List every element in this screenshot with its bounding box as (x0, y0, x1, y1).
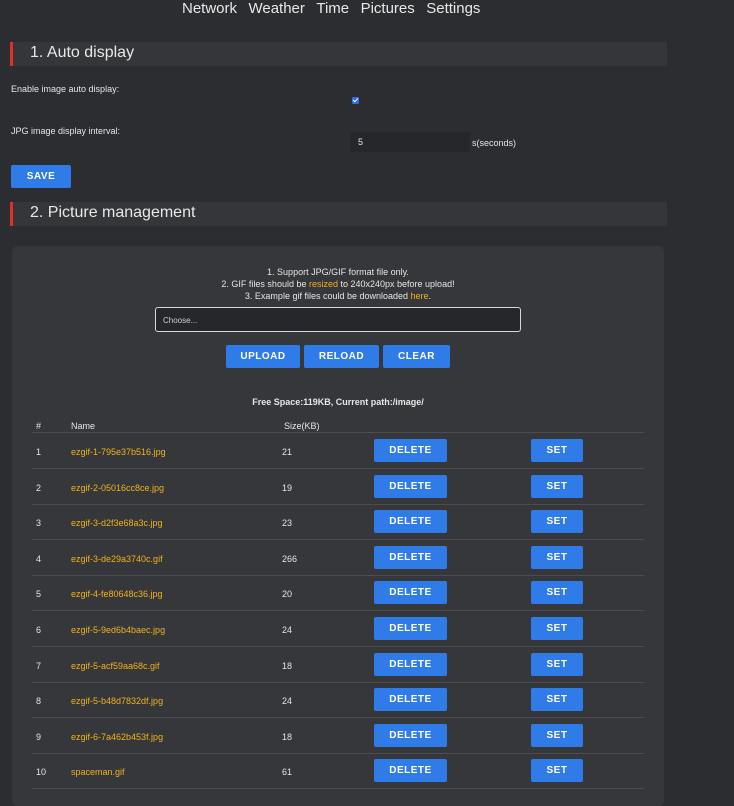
file-name-link[interactable]: ezgif-3-de29a3740c.gif (71, 554, 163, 564)
delete-button[interactable]: DELETE (374, 581, 447, 605)
interval-input[interactable] (350, 132, 470, 152)
table-row: 8 ezgif-5-b48d7832df.jpg 24 DELETE SET (32, 682, 644, 719)
delete-button[interactable]: DELETE (374, 439, 447, 462)
info-line-2: 2. GIF files should be resized to 240x24… (12, 279, 664, 289)
row-index: 2 (36, 482, 42, 493)
delete-button[interactable]: DELETE (374, 688, 447, 712)
row-index: 9 (36, 731, 42, 742)
resized-link[interactable]: resized (309, 279, 338, 289)
picture-management-panel: 1. Support JPG/GIF format file only. 2. … (12, 246, 664, 806)
file-size: 23 (282, 518, 293, 529)
nav-weather[interactable]: Weather (248, 0, 304, 17)
set-button[interactable]: SET (531, 617, 583, 640)
set-button[interactable]: SET (531, 510, 583, 534)
interval-unit: s(seconds) (472, 138, 517, 148)
file-size: 19 (282, 482, 293, 493)
here-link[interactable]: here (411, 291, 429, 301)
set-button[interactable]: SET (531, 545, 583, 569)
file-size: 24 (282, 625, 293, 635)
file-name-link[interactable]: ezgif-5-9ed6b4baec.jpg (71, 625, 165, 635)
file-name-link[interactable]: ezgif-5-acf59aa68c.gif (71, 661, 160, 671)
set-button[interactable]: SET (531, 688, 583, 712)
section-auto-display-title: 1. Auto display (30, 44, 135, 61)
table-row: 10 spaceman.gif 61 DELETE SET (32, 753, 644, 790)
info-line-3-text-b: . (428, 291, 432, 301)
file-name-link[interactable]: ezgif-2-05016cc8ce.jpg (71, 483, 164, 493)
info-line-2-text-a: 2. GIF files should be (221, 279, 309, 289)
column-index: # (36, 421, 42, 431)
row-index: 10 (36, 767, 47, 778)
interval-label: JPG image display interval: (11, 126, 121, 136)
enable-auto-display-checkbox[interactable] (352, 97, 359, 104)
file-size: 20 (282, 589, 293, 600)
set-button[interactable]: SET (531, 759, 583, 783)
file-size: 266 (282, 553, 298, 564)
table-row: 7 ezgif-5-acf59aa68c.gif 18 DELETE SET (32, 647, 644, 683)
column-size: Size(KB) (284, 421, 320, 431)
section-picture-management-header: 2. Picture management (10, 202, 667, 226)
table-row: 4 ezgif-3-de29a3740c.gif 266 DELETE SET (32, 540, 644, 576)
upload-button[interactable]: UPLOAD (226, 345, 300, 368)
set-button[interactable]: SET (531, 439, 583, 462)
row-index: 4 (36, 553, 42, 564)
row-index: 7 (36, 660, 42, 671)
table-row: 1 ezgif-1-795e37b516.jpg 21 DELETE SET (32, 433, 644, 469)
table-row: 2 ezgif-2-05016cc8ce.jpg 19 DELETE SET (32, 469, 644, 505)
info-line-2-text-b: to 240x240px before upload! (337, 279, 455, 289)
file-name-link[interactable]: ezgif-4-fe80648c36.jpg (71, 589, 163, 599)
table-row: 6 ezgif-5-9ed6b4baec.jpg 24 DELETE SET (32, 611, 644, 647)
top-nav: Network Weather Time Pictures Settings (0, 0, 734, 22)
delete-button[interactable]: DELETE (374, 723, 447, 747)
file-size: 18 (282, 731, 293, 742)
info-line-1: 1. Support JPG/GIF format file only. (267, 267, 409, 277)
column-name: Name (71, 421, 96, 431)
row-index: 8 (36, 696, 42, 707)
file-size: 21 (282, 447, 293, 457)
nav-network[interactable]: Network (182, 0, 237, 17)
file-size: 18 (282, 660, 293, 671)
info-line-3: 3. Example gif files could be downloaded… (12, 291, 664, 301)
file-chooser-input[interactable]: Choose... (155, 307, 521, 332)
set-button[interactable]: SET (531, 474, 583, 498)
table-row: 5 ezgif-4-fe80648c36.jpg 20 DELETE SET (32, 575, 644, 612)
table-row: 3 ezgif-3-d2f3e68a3c.jpg 23 DELETE SET (32, 504, 644, 541)
table-header: # Name Size(KB) (32, 419, 644, 433)
delete-button[interactable]: DELETE (374, 617, 447, 640)
save-button[interactable]: SAVE (11, 165, 71, 188)
clear-button[interactable]: CLEAR (383, 345, 450, 368)
set-button[interactable]: SET (531, 581, 583, 605)
enable-auto-display-label: Enable image auto display: (11, 84, 120, 94)
file-name-link[interactable]: ezgif-1-795e37b516.jpg (71, 447, 166, 457)
free-space-status: Free Space:119KB, Current path:/image/ (252, 397, 424, 407)
nav-pictures[interactable]: Pictures (361, 0, 415, 17)
info-line-3-text-a: 3. Example gif files could be downloaded (244, 291, 411, 301)
file-size: 61 (282, 767, 293, 778)
set-button[interactable]: SET (531, 652, 583, 676)
delete-button[interactable]: DELETE (374, 545, 447, 569)
reload-button[interactable]: RELOAD (304, 345, 379, 368)
file-name-link[interactable]: ezgif-5-b48d7832df.jpg (71, 696, 163, 706)
section-auto-display-header: 1. Auto display (10, 42, 667, 66)
file-name-link[interactable]: ezgif-6-7a462b453f.jpg (71, 732, 163, 742)
set-button[interactable]: SET (531, 723, 583, 747)
file-name-link[interactable]: spaceman.gif (71, 767, 125, 777)
delete-button[interactable]: DELETE (374, 759, 447, 783)
row-index: 6 (36, 625, 42, 635)
nav-settings[interactable]: Settings (426, 0, 480, 17)
table-row: 9 ezgif-6-7a462b453f.jpg 18 DELETE SET (32, 718, 644, 754)
section-picture-management-title: 2. Picture management (30, 204, 196, 221)
delete-button[interactable]: DELETE (374, 474, 447, 498)
file-size: 24 (282, 696, 293, 707)
delete-button[interactable]: DELETE (374, 652, 447, 676)
row-index: 1 (36, 447, 42, 457)
row-index: 3 (36, 518, 42, 529)
nav-time[interactable]: Time (316, 0, 349, 17)
file-name-link[interactable]: ezgif-3-d2f3e68a3c.jpg (71, 518, 163, 528)
delete-button[interactable]: DELETE (374, 510, 447, 534)
row-index: 5 (36, 589, 42, 600)
